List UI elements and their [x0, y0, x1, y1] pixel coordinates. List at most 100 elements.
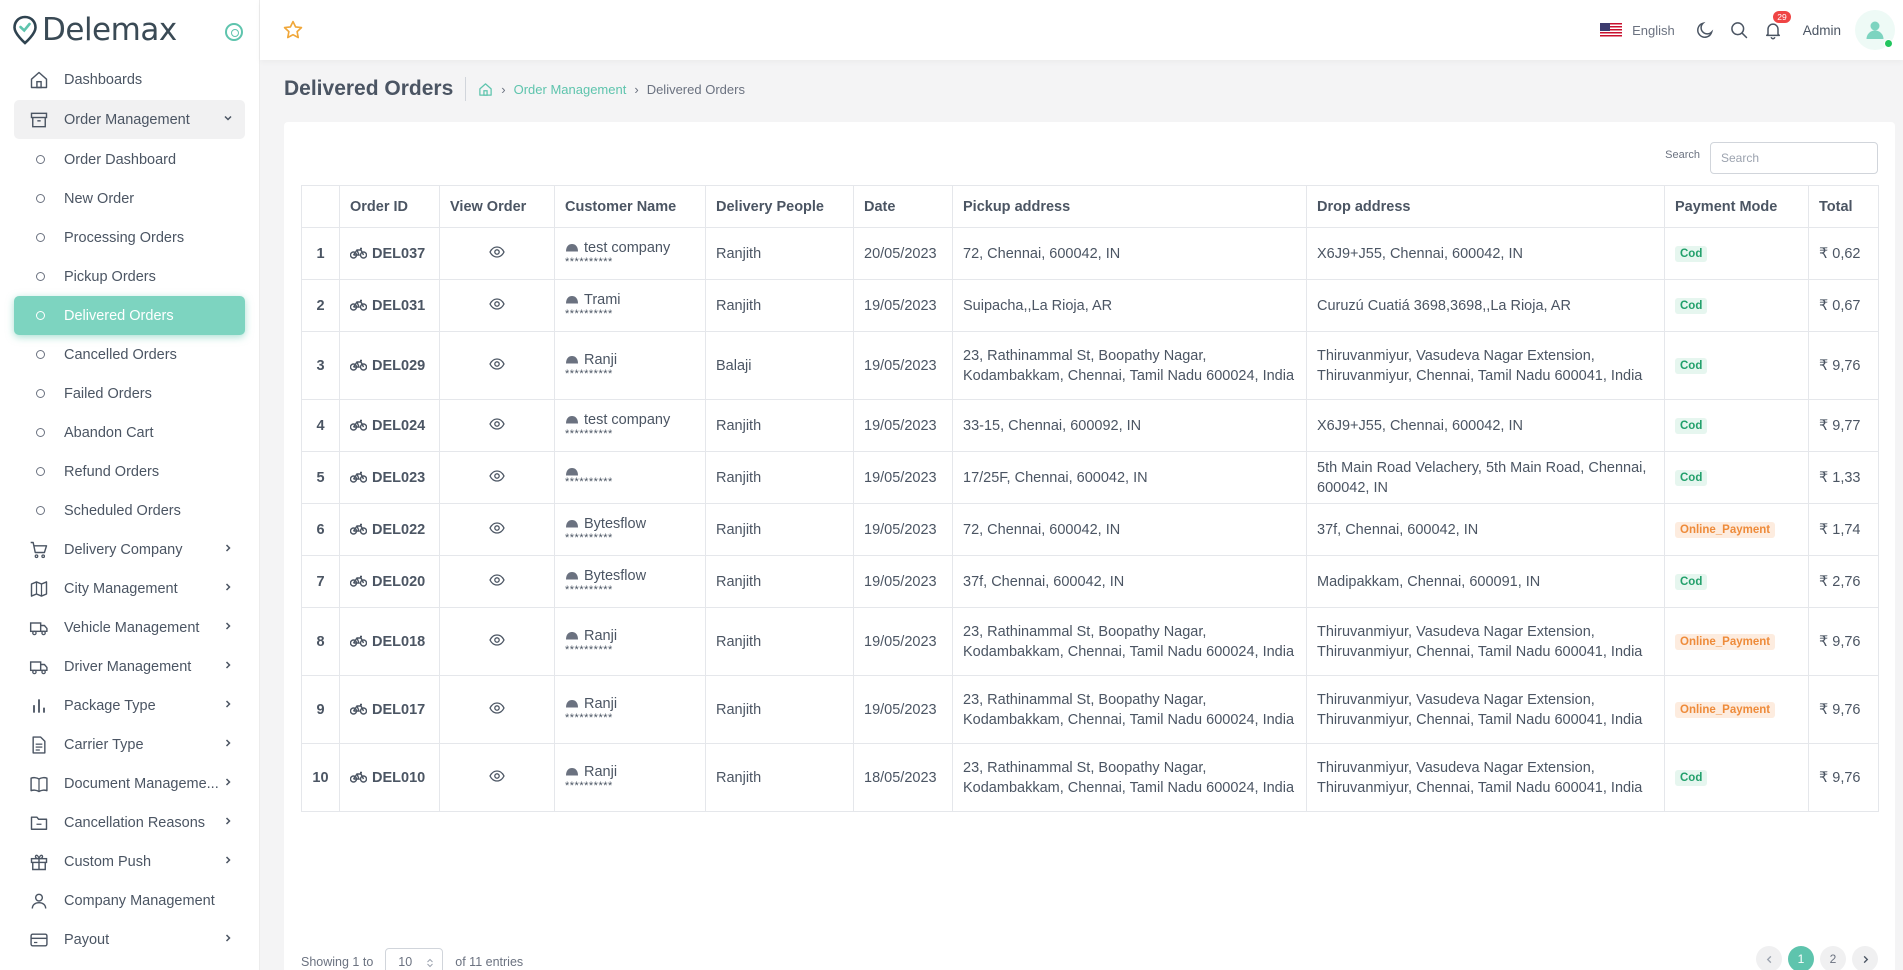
- sidebar-item-cancellation-reasons[interactable]: Cancellation Reasons: [14, 803, 245, 842]
- sidebar-item-driver-management[interactable]: Driver Management: [14, 647, 245, 686]
- order-id[interactable]: DEL029: [372, 358, 425, 374]
- avatar[interactable]: [1855, 10, 1895, 50]
- sidebar-subitem-label: New Order: [64, 190, 135, 207]
- eye-icon: [489, 521, 505, 534]
- sidebar-subitem-abandon-cart[interactable]: Abandon Cart: [14, 413, 245, 452]
- home-icon[interactable]: [478, 82, 493, 97]
- payment-mode-cell: Cod: [1664, 743, 1809, 812]
- column-header-customer-name[interactable]: Customer Name: [554, 185, 706, 228]
- card-icon: [28, 929, 50, 951]
- order-id[interactable]: DEL024: [372, 418, 425, 434]
- view-order-button[interactable]: [489, 573, 505, 586]
- sidebar-item-label: Payout: [64, 931, 110, 948]
- customer-name-line: [565, 467, 695, 476]
- eye-icon: [489, 769, 505, 782]
- view-order-button[interactable]: [489, 417, 505, 430]
- sidebar-item-dashboards[interactable]: Dashboards: [14, 60, 245, 99]
- page-button-1[interactable]: 1: [1788, 946, 1814, 970]
- search-icon[interactable]: [1729, 20, 1749, 40]
- moon-icon[interactable]: [1695, 20, 1715, 40]
- view-order-button[interactable]: [489, 357, 505, 370]
- sidebar-item-package-type[interactable]: Package Type: [14, 686, 245, 725]
- sidebar-item-custom-push[interactable]: Custom Push: [14, 842, 245, 881]
- customer-name-line: Bytesflow: [565, 568, 695, 584]
- circle-bullet-icon: [36, 311, 45, 320]
- column-header-view-order[interactable]: View Order: [439, 185, 555, 228]
- star-icon[interactable]: [282, 19, 304, 41]
- sidebar-subitem-failed-orders[interactable]: Failed Orders: [14, 374, 245, 413]
- sidebar-subitem-label: Delivered Orders: [64, 307, 174, 324]
- sidebar-subitem-pickup-orders[interactable]: Pickup Orders: [14, 257, 245, 296]
- sidebar-item-order-management[interactable]: Order Management: [14, 100, 245, 139]
- order-id[interactable]: DEL031: [372, 298, 425, 314]
- bike-icon: [350, 703, 367, 715]
- sidebar-item-vehicle-management[interactable]: Vehicle Management: [14, 608, 245, 647]
- bell-icon: [1765, 23, 1780, 40]
- next-page-button[interactable]: [1852, 946, 1878, 970]
- order-id[interactable]: DEL023: [372, 470, 425, 486]
- column-header-drop-address[interactable]: Drop address: [1306, 185, 1665, 228]
- order-id[interactable]: DEL010: [372, 770, 425, 786]
- view-order-button[interactable]: [489, 521, 505, 534]
- order-date: 19/05/2023: [853, 503, 953, 556]
- drop-address: 37f, Chennai, 600042, IN: [1306, 503, 1665, 556]
- customer-cell: Bytesflow **********: [554, 503, 706, 556]
- breadcrumb-parent-link[interactable]: Order Management: [514, 82, 627, 97]
- book-icon: [30, 776, 48, 792]
- view-order-button[interactable]: [489, 633, 505, 646]
- sidebar-subitem-label: Pickup Orders: [64, 268, 156, 285]
- notification-bell[interactable]: 29: [1763, 11, 1791, 40]
- sidebar-item-label: Company Management: [64, 892, 215, 909]
- user-name[interactable]: Admin: [1803, 23, 1841, 38]
- delivery-person: Ranjith: [705, 399, 854, 452]
- column-header-delivery-people[interactable]: Delivery People: [705, 185, 854, 228]
- sidebar-subitem-order-dashboard[interactable]: Order Dashboard: [14, 140, 245, 179]
- eye-icon: [489, 701, 505, 714]
- page-size-select[interactable]: 10: [385, 948, 444, 970]
- page-button-2[interactable]: 2: [1820, 946, 1846, 970]
- sidebar-item-payout[interactable]: Payout: [14, 920, 245, 959]
- order-total: ₹ 0,67: [1808, 279, 1879, 332]
- sidebar-item-city-management[interactable]: City Management: [14, 569, 245, 608]
- us-flag-icon[interactable]: [1600, 22, 1623, 38]
- bike-icon: [350, 359, 367, 371]
- gift-icon: [28, 851, 50, 873]
- order-id[interactable]: DEL037: [372, 246, 425, 262]
- sidebar-item-document-manageme[interactable]: Document Manageme...: [14, 764, 245, 803]
- breadcrumb-separator: ›: [501, 81, 506, 97]
- sidebar-item-carrier-type[interactable]: Carrier Type: [14, 725, 245, 764]
- search-input[interactable]: [1710, 142, 1878, 174]
- sidebar-item-delivery-company[interactable]: Delivery Company: [14, 530, 245, 569]
- view-order-button[interactable]: [489, 469, 505, 482]
- language-selector[interactable]: English: [1632, 23, 1675, 38]
- brand-logo[interactable]: Delemax: [12, 12, 177, 48]
- customer-name-line: test company: [565, 240, 695, 256]
- page-size-value: 10: [398, 955, 413, 969]
- customer-name: Ranji: [584, 763, 618, 780]
- column-header-total[interactable]: Total: [1808, 185, 1879, 228]
- customer-name: Bytesflow: [584, 515, 647, 532]
- view-order-button[interactable]: [489, 245, 505, 258]
- column-header-pickup-address[interactable]: Pickup address: [952, 185, 1307, 228]
- sidebar-item-company-management[interactable]: Company Management: [14, 881, 245, 920]
- sidebar-subitem-new-order[interactable]: New Order: [14, 179, 245, 218]
- sidebar-subitem-processing-orders[interactable]: Processing Orders: [14, 218, 245, 257]
- order-id[interactable]: DEL017: [372, 702, 425, 718]
- column-header-payment-mode[interactable]: Payment Mode: [1664, 185, 1809, 228]
- sidebar-item-label: Order Management: [64, 111, 190, 128]
- sidebar-subitem-delivered-orders[interactable]: Delivered Orders: [14, 296, 245, 335]
- column-header-date[interactable]: Date: [853, 185, 953, 228]
- column-header-order-id[interactable]: Order ID: [339, 185, 440, 228]
- view-order-button[interactable]: [489, 769, 505, 782]
- order-id[interactable]: DEL018: [372, 634, 425, 650]
- view-order-button[interactable]: [489, 297, 505, 310]
- sidebar-subitem-refund-orders[interactable]: Refund Orders: [14, 452, 245, 491]
- sidebar-toggle-icon[interactable]: [225, 23, 243, 41]
- view-order-button[interactable]: [489, 701, 505, 714]
- sidebar-subitem-scheduled-orders[interactable]: Scheduled Orders: [14, 491, 245, 530]
- order-id[interactable]: DEL020: [372, 574, 425, 590]
- sidebar-subitem-cancelled-orders[interactable]: Cancelled Orders: [14, 335, 245, 374]
- row-index: 4: [301, 399, 340, 452]
- prev-page-button[interactable]: [1756, 946, 1782, 970]
- order-id[interactable]: DEL022: [372, 522, 425, 538]
